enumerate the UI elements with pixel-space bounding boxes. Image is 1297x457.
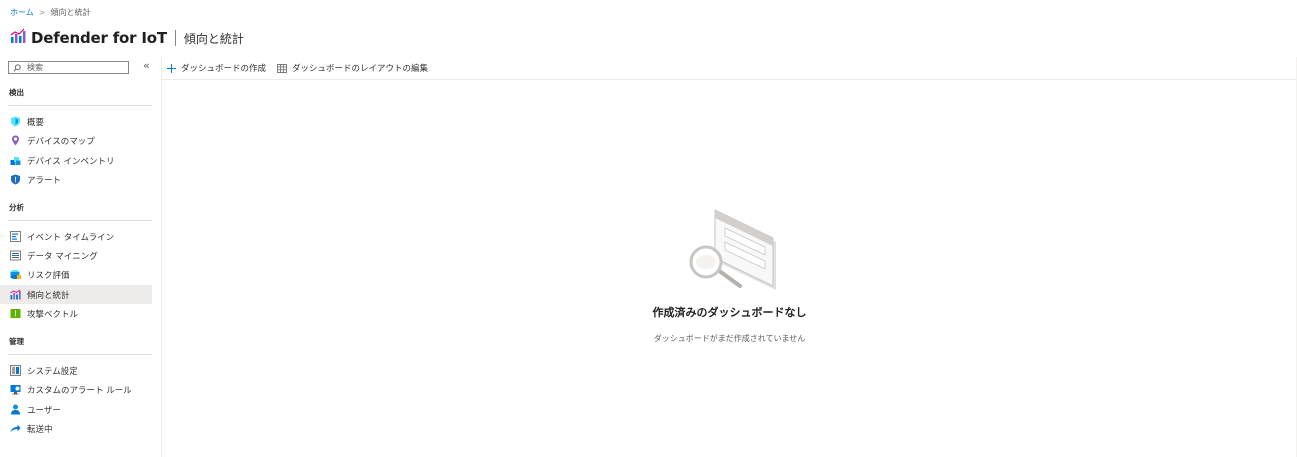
empty-state-description: ダッシュボードがまだ作成されていません [653,334,806,343]
page-title: 傾向と統計 [183,31,244,46]
section-label-detect: 検出 [9,88,24,97]
sidebar-item-device-inventory[interactable]: デバイス インベントリ [0,151,152,170]
attack-vector-icon [10,308,21,319]
section-divider [8,105,152,106]
section-label-manage: 管理 [9,337,24,346]
sidebar-search-input[interactable]: 検索 [8,61,129,74]
sidebar-item-attack-vectors[interactable]: 攻撃ベクトル [0,304,152,323]
create-dashboard-button[interactable]: ダッシュボードの作成 [167,62,266,74]
timeline-icon [10,231,21,242]
page-header: Defender for IoT 傾向と統計 [10,27,244,49]
sidebar-item-label: システム設定 [27,366,78,377]
sidebar-item-label: 概要 [27,117,45,128]
breadcrumb: ホーム > 傾向と統計 [10,7,90,18]
sidebar-item-trends-statistics[interactable]: 傾向と統計 [0,285,152,304]
app-title: Defender for IoT [31,29,167,47]
search-icon [13,63,21,72]
sidebar: 検索 « 検出 概要 デバイスのマップ デバイス インベントリ アラート 分析 … [0,57,162,457]
search-placeholder: 検索 [27,63,43,72]
forwarding-icon [10,423,21,434]
collapse-sidebar-icon[interactable]: « [143,59,150,72]
sidebar-item-custom-alert-rules[interactable]: カスタムのアラート ルール [0,380,152,399]
section-divider [8,220,152,221]
sidebar-item-overview[interactable]: 概要 [0,112,152,131]
sidebar-item-system-settings[interactable]: システム設定 [0,361,152,380]
sidebar-item-label: 攻撃ベクトル [27,309,79,320]
data-mining-icon [10,250,21,261]
sidebar-item-label: ユーザー [27,405,61,416]
sidebar-item-label: デバイスのマップ [27,136,95,147]
sidebar-item-event-timeline[interactable]: イベント タイムライン [0,227,152,246]
breadcrumb-separator: > [38,8,46,17]
alert-shield-icon [10,174,21,185]
breadcrumb-current: 傾向と統計 [50,8,91,17]
sidebar-item-label: カスタムのアラート ルール [27,385,132,396]
map-pin-icon [10,135,21,146]
edit-dashboard-layout-label: ダッシュボードのレイアウトの編集 [292,64,429,74]
command-bar: ダッシュボードの作成 ダッシュボードのレイアウトの編集 [162,57,1297,80]
sidebar-item-device-map[interactable]: デバイスのマップ [0,131,152,150]
defender-logo-icon [10,28,26,48]
sidebar-item-data-mining[interactable]: データ マイニング [0,246,152,265]
create-dashboard-label: ダッシュボードの作成 [181,64,267,74]
empty-dashboard-illustration-icon [689,209,776,290]
empty-state: 作成済みのダッシュボードなし ダッシュボードがまだ作成されていません [162,200,1297,344]
sidebar-item-label: データ マイニング [27,251,98,262]
cubes-icon [10,155,21,166]
user-icon [10,404,21,415]
chart-icon [10,289,21,300]
sidebar-item-forwarding[interactable]: 転送中 [0,419,152,438]
sidebar-item-label: アラート [27,175,62,186]
sidebar-item-label: リスク評価 [27,270,70,281]
system-settings-icon [10,365,21,376]
sidebar-item-label: 傾向と統計 [27,290,70,301]
empty-state-title: 作成済みのダッシュボードなし [652,306,807,319]
shield-icon [10,116,21,127]
edit-dashboard-layout-button[interactable]: ダッシュボードのレイアウトの編集 [277,62,428,74]
title-divider [174,30,176,46]
sidebar-item-label: 転送中 [27,424,53,435]
sidebar-item-risk-assessment[interactable]: リスク評価 [0,265,152,284]
custom-rules-icon [10,384,21,395]
risk-assessment-icon [10,269,21,280]
grid-layout-icon [277,63,287,73]
sidebar-item-label: デバイス インベントリ [27,156,115,167]
sidebar-item-users[interactable]: ユーザー [0,400,152,419]
breadcrumb-home-link[interactable]: ホーム [10,8,34,17]
section-label-analyze: 分析 [9,203,24,212]
sidebar-item-alerts[interactable]: アラート [0,170,152,189]
section-divider [8,354,152,355]
sidebar-item-label: イベント タイムライン [27,232,115,243]
plus-icon [167,63,176,73]
